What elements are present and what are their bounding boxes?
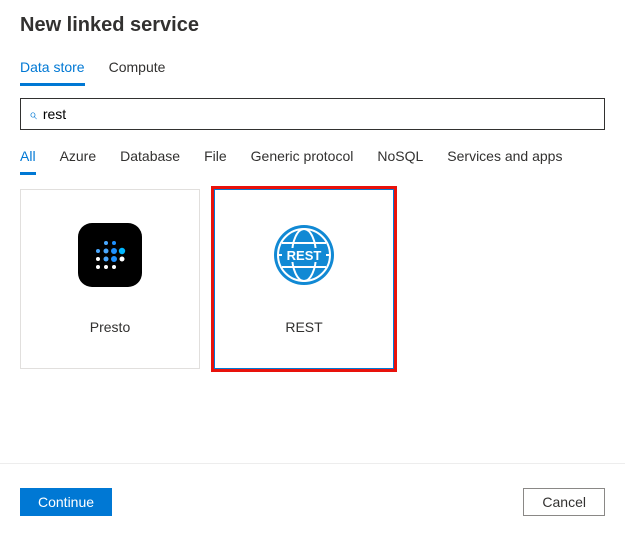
footer: Continue Cancel (0, 463, 625, 536)
presto-icon (78, 223, 142, 287)
search-icon: ⌕ (29, 106, 37, 123)
tab-data-store[interactable]: Data store (20, 55, 85, 86)
tab-compute[interactable]: Compute (109, 55, 166, 86)
filter-nosql[interactable]: NoSQL (377, 144, 423, 175)
search-input[interactable] (37, 99, 596, 129)
filter-services[interactable]: Services and apps (447, 144, 562, 175)
top-tabs: Data store Compute (20, 55, 605, 86)
filter-database[interactable]: Database (120, 144, 180, 175)
continue-button[interactable]: Continue (20, 488, 112, 516)
filter-azure[interactable]: Azure (60, 144, 97, 175)
filter-tabs: All Azure Database File Generic protocol… (20, 144, 605, 175)
rest-icon: REST (272, 223, 336, 287)
card-label: Presto (90, 319, 130, 335)
rest-icon-text: REST (287, 248, 322, 263)
card-label: REST (285, 319, 322, 335)
search-box[interactable]: ⌕ (20, 98, 605, 130)
card-rest[interactable]: REST REST (214, 189, 394, 369)
filter-file[interactable]: File (204, 144, 227, 175)
connector-cards: Presto REST REST (20, 189, 605, 369)
filter-all[interactable]: All (20, 144, 36, 175)
filter-generic[interactable]: Generic protocol (251, 144, 354, 175)
cancel-button[interactable]: Cancel (523, 488, 605, 516)
page-title: New linked service (20, 14, 605, 37)
card-presto[interactable]: Presto (20, 189, 200, 369)
